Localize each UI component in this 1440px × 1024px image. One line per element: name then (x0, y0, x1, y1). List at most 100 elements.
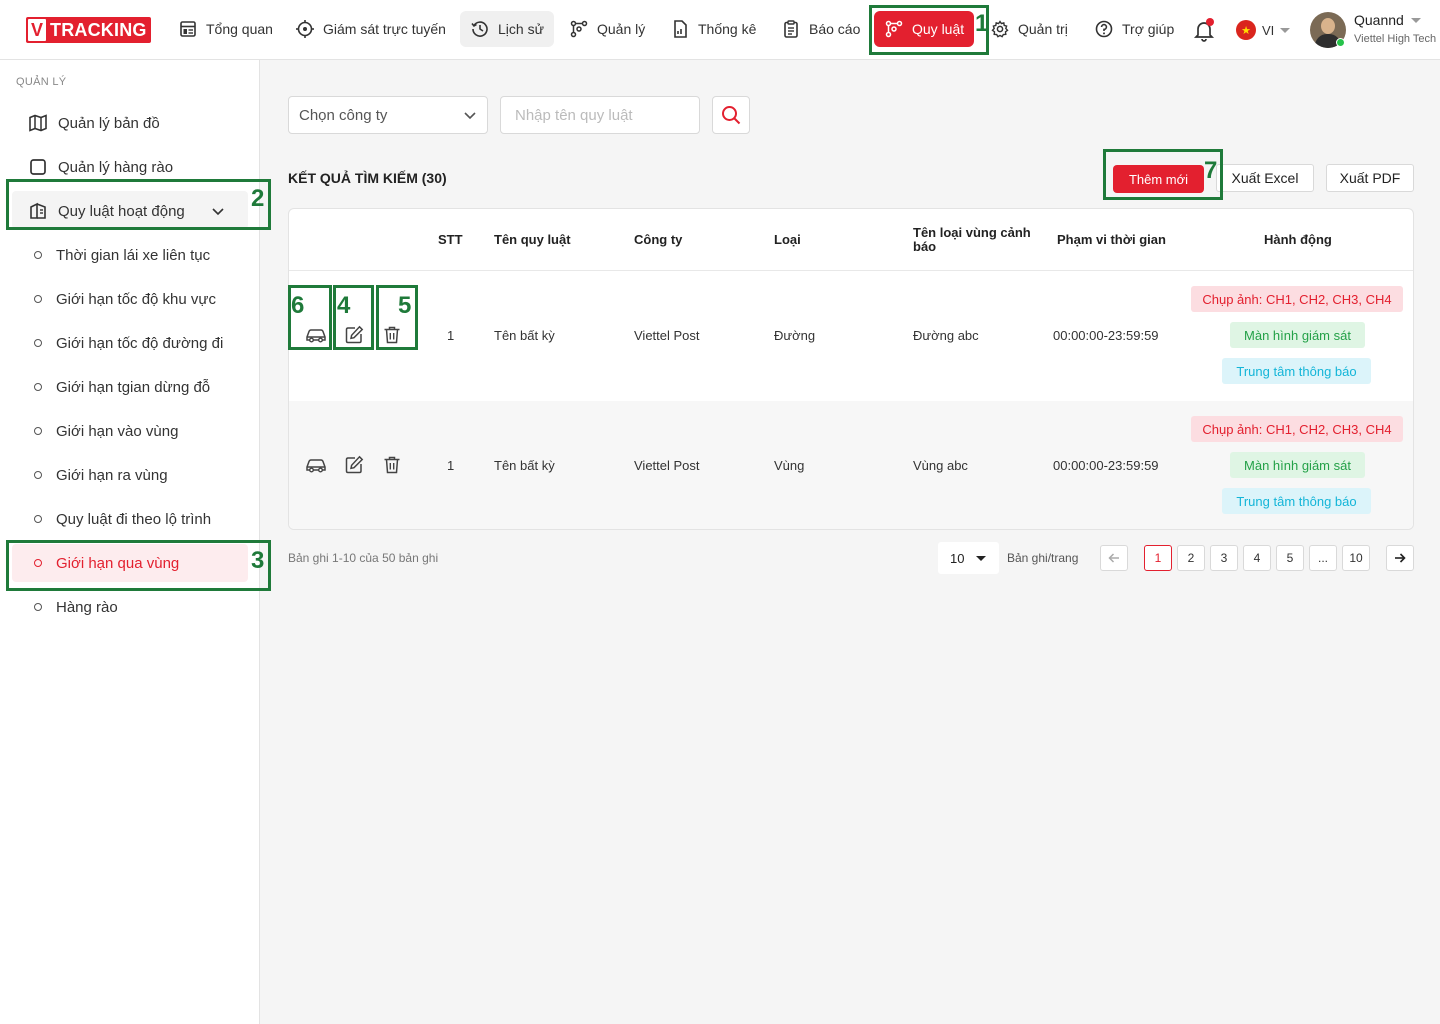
nav-tong-quan[interactable]: Tổng quan (168, 11, 283, 47)
search-icon (722, 106, 741, 125)
map-icon (29, 114, 47, 132)
logo-v: V (28, 19, 46, 41)
next-page-button[interactable] (1386, 545, 1414, 571)
sidebar-sub-item[interactable]: Thời gian lái xe liên tục (34, 244, 210, 266)
page-button-current[interactable]: 1 (1144, 545, 1172, 571)
user-menu[interactable]: Quannd (1354, 12, 1422, 28)
logo-text: TRACKING (50, 20, 147, 40)
edit-icon[interactable] (344, 455, 364, 475)
column-header: Hành động (1264, 231, 1332, 247)
sidebar-sub-item[interactable]: Hàng rào (34, 596, 118, 618)
caret-down-icon (1280, 28, 1291, 33)
sidebar-item-label: Quản lý hàng rào (58, 158, 174, 176)
prev-page-button[interactable] (1100, 545, 1128, 571)
cell-type: Đường (774, 327, 816, 343)
nav-tro-giup[interactable]: Trợ giúp (1084, 11, 1184, 47)
annotation-box-5 (376, 285, 418, 350)
action-tag-capture: Chụp ảnh: CH1, CH2, CH3, CH4 (1191, 286, 1403, 312)
page-button[interactable]: 4 (1243, 545, 1271, 571)
page-size-value: 10 (950, 550, 965, 566)
annotation-box-1 (869, 5, 989, 55)
action-tag-notification: Trung tâm thông báo (1222, 488, 1371, 514)
page-button[interactable]: 10 (1342, 545, 1370, 571)
annotation-number-7: 7 (1204, 157, 1218, 184)
annotation-number-1: 1 (975, 10, 989, 37)
cell-stt: 1 (447, 457, 455, 473)
nav-lich-su[interactable]: Lịch sử (460, 11, 554, 47)
nav-quan-tri[interactable]: Quản trị (980, 11, 1078, 47)
export-excel-button[interactable]: Xuất Excel (1216, 164, 1314, 192)
nav-bao-cao[interactable]: Báo cáo (771, 11, 870, 47)
language-selector[interactable]: ★ VI (1236, 20, 1291, 40)
sidebar-sub-item[interactable]: Quy luật đi theo lộ trình (34, 508, 211, 530)
column-header: Công ty (634, 231, 683, 247)
arrow-left-icon (1108, 553, 1119, 563)
cell-stt: 1 (447, 327, 455, 343)
action-tag-monitor: Màn hình giám sát (1230, 322, 1365, 348)
sidebar-section-title: QUẢN LÝ (16, 76, 67, 88)
crosshair-icon (296, 20, 314, 38)
history-icon (471, 21, 488, 37)
delete-icon[interactable] (382, 455, 402, 475)
user-name: Quannd (1354, 12, 1404, 28)
nav-label: Tổng quan (206, 21, 273, 37)
annotation-number-5: 5 (398, 292, 412, 319)
export-pdf-button[interactable]: Xuất PDF (1326, 164, 1414, 192)
search-button[interactable] (712, 96, 750, 134)
nav-label: Giám sát trực tuyến (323, 21, 446, 37)
gear-icon (991, 20, 1009, 38)
arrow-right-icon (1395, 553, 1406, 563)
rule-name-placeholder: Nhập tên quy luật (515, 106, 633, 124)
top-header: V TRACKING Tổng quan Giám sát trực tuyến… (0, 0, 1440, 60)
page-size-label: Bản ghi/trang (1007, 551, 1079, 565)
language-label: VI (1262, 22, 1275, 38)
sidebar-item-fence[interactable]: Quản lý hàng rào (28, 156, 173, 178)
clipboard-icon (784, 20, 798, 38)
page-button[interactable]: 2 (1177, 545, 1205, 571)
file-chart-icon (674, 20, 687, 38)
company-select[interactable]: Chọn công ty (288, 96, 488, 134)
page-button[interactable]: 5 (1276, 545, 1304, 571)
sidebar-sub-item[interactable]: Giới hạn vào vùng (34, 420, 178, 442)
column-header: Tên loại vùng cảnh báo (913, 224, 1031, 254)
chevron-down-icon (464, 112, 476, 120)
results-title: KẾT QUẢ TÌM KIẾM (30) (288, 170, 447, 186)
cell-rule-name: Tên bất kỳ (494, 457, 555, 473)
sidebar-sub-item[interactable]: Giới hạn tgian dừng đỗ (34, 376, 210, 398)
sidebar-sub-item[interactable]: Giới hạn tốc độ đường đi (34, 332, 223, 354)
square-icon (30, 159, 46, 175)
nav-label: Trợ giúp (1122, 21, 1175, 37)
annotation-number-6: 6 (291, 292, 305, 319)
nav-thong-ke[interactable]: Thống kê (660, 11, 766, 47)
action-tag-monitor: Màn hình giám sát (1230, 452, 1365, 478)
cell-type: Vùng (774, 457, 805, 473)
nav-label: Quản trị (1018, 21, 1068, 37)
caret-down-icon (1410, 18, 1421, 23)
nav-quan-ly[interactable]: Quản lý (559, 11, 655, 47)
online-status-dot (1336, 38, 1345, 47)
cell-zone: Đường abc (913, 327, 979, 343)
cell-company: Viettel Post (634, 457, 700, 473)
rule-name-input[interactable]: Nhập tên quy luật (500, 96, 700, 134)
sidebar-sub-item[interactable]: Giới hạn ra vùng (34, 464, 168, 486)
caret-down-icon (976, 556, 986, 561)
vehicle-icon[interactable] (305, 456, 327, 474)
annotation-number-2: 2 (251, 185, 265, 212)
nav-label: Lịch sử (498, 21, 544, 37)
action-tag-notification: Trung tâm thông báo (1222, 358, 1371, 384)
cell-zone: Vùng abc (913, 457, 968, 473)
vtracking-logo[interactable]: V TRACKING (26, 17, 151, 43)
nav-giam-sat[interactable]: Giám sát trực tuyến (285, 11, 456, 47)
sidebar-sub-item[interactable]: Giới hạn tốc độ khu vực (34, 288, 216, 310)
page-button[interactable]: 3 (1210, 545, 1238, 571)
vietnam-flag-icon: ★ (1236, 20, 1256, 40)
page-size-select[interactable]: 10 (938, 542, 999, 574)
column-header: Tên quy luật (494, 231, 571, 247)
dashboard-icon (180, 21, 196, 37)
pagination-info: Bản ghi 1-10 của 50 bản ghi (288, 551, 439, 565)
sidebar-item-map[interactable]: Quản lý bản đồ (28, 112, 160, 134)
column-header: STT (438, 231, 463, 247)
notification-dot (1206, 18, 1214, 26)
nav-label: Thống kê (698, 21, 757, 37)
page-ellipsis: ... (1309, 545, 1337, 571)
